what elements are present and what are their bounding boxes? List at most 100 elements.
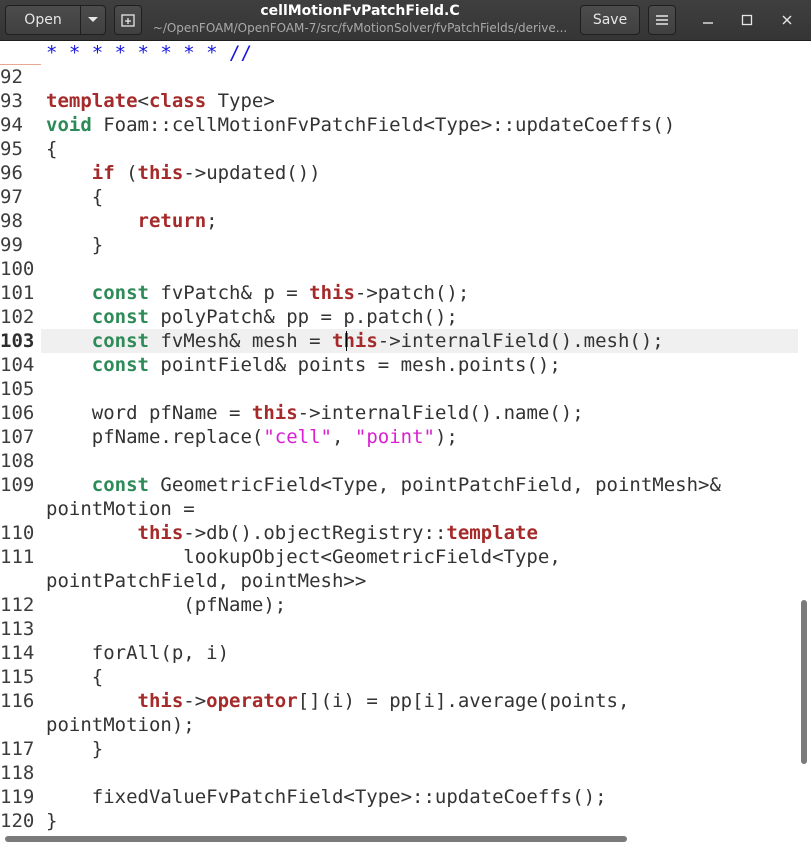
code-line[interactable]: 117 } [0, 737, 103, 761]
code-token: , [331, 426, 355, 448]
code-line[interactable]: 119 fixedValueFvPatchField<Type>::update… [0, 785, 607, 809]
main-menu-button[interactable] [648, 5, 676, 35]
code-line[interactable]: pointPatchField, pointMesh>> [0, 569, 366, 593]
open-button[interactable]: Open [5, 5, 81, 35]
code-token: { [46, 138, 58, 160]
type-token: const [91, 330, 149, 352]
code-token: lookupObject<GeometricField<Type, [46, 546, 561, 568]
code-line[interactable]: 106 word pfName = this->internalField().… [0, 401, 584, 425]
code-token: fixedValueFvPatchField<Type>::updateCoef… [46, 786, 607, 808]
line-number: 120 [0, 810, 35, 832]
code-line[interactable]: pointMotion = [0, 497, 195, 521]
code-line[interactable]: 104 const pointField& points = mesh.poin… [0, 353, 561, 377]
horizontal-scrollbar[interactable] [5, 836, 627, 842]
code-token: fvPatch& p = [148, 282, 310, 304]
keyword-token: this [137, 162, 184, 184]
new-tab-button[interactable] [114, 5, 142, 35]
code-line[interactable]: 102 const polyPatch& pp = p.patch(); [0, 305, 458, 329]
type-token: void [46, 114, 92, 136]
keyword-token: if [91, 162, 115, 184]
code-line[interactable]: 92 [0, 65, 46, 89]
vertical-scrollbar[interactable] [801, 600, 807, 764]
maximize-button[interactable] [736, 9, 758, 31]
code-token: fvMesh& mesh = [148, 330, 332, 352]
code-line[interactable]: 107 pfName.replace("cell", "point"); [0, 425, 458, 449]
code-line[interactable]: 109 const GeometricField<Type, pointPatc… [0, 473, 721, 497]
minimize-button[interactable] [697, 9, 719, 31]
code-token: pointMotion); [46, 714, 195, 736]
line-number: 96 [0, 162, 23, 184]
code-line[interactable]: 115 { [0, 665, 103, 689]
code-token: forAll(p, i) [46, 642, 230, 664]
line-number: 99 [0, 234, 23, 256]
line-number: 94 [0, 114, 23, 136]
code-token: Foam::cellMotionFvPatchField<Type>::upda… [91, 114, 676, 136]
keyword-token: return [137, 210, 207, 232]
save-button-label: Save [592, 12, 628, 28]
code-token: } [46, 738, 104, 760]
type-token: const [91, 282, 149, 304]
file-path-subtitle: ~/OpenFOAM/OpenFOAM-7/src/fvMotionSolver… [152, 21, 568, 35]
code-line[interactable]: * * * * * * * * // [0, 41, 252, 65]
line-number: 97 [0, 186, 23, 208]
code-line[interactable]: 118 [0, 761, 46, 785]
keyword-token: this [251, 402, 298, 424]
code-token: ->internalField().mesh(); [377, 330, 664, 352]
comment-token: * * * * * * * * // [46, 42, 252, 64]
line-number: 93 [0, 90, 23, 112]
code-line[interactable]: 97 { [0, 185, 103, 209]
code-line[interactable]: 100 [0, 257, 46, 281]
code-token: word pfName = [46, 402, 252, 424]
code-token: ->db().objectRegistry:: [183, 522, 447, 544]
hamburger-menu-icon [656, 15, 668, 25]
string-token: "cell" [263, 426, 332, 448]
open-menu-button[interactable] [80, 5, 106, 35]
code-line[interactable]: 93 template<class Type> [0, 89, 275, 113]
line-number: 111 [0, 546, 35, 568]
code-line[interactable]: 113 [0, 617, 46, 641]
code-line[interactable]: pointMotion); [0, 713, 195, 737]
line-number: 100 [0, 258, 35, 280]
line-number: 92 [0, 66, 23, 88]
code-token: pfName.replace( [46, 426, 264, 448]
code-line[interactable]: 103 const fvMesh& mesh = this->internalF… [0, 329, 664, 353]
line-number: 119 [0, 786, 35, 808]
code-line[interactable]: 105 [0, 377, 46, 401]
code-line[interactable]: 108 [0, 449, 46, 473]
code-line[interactable]: 114 forAll(p, i) [0, 641, 229, 665]
code-line[interactable]: 99 } [0, 233, 103, 257]
code-line[interactable]: 101 const fvPatch& p = this->patch(); [0, 281, 469, 305]
code-line[interactable]: 96 if (this->updated()) [0, 161, 321, 185]
type-token: const [91, 474, 149, 496]
code-token: { [46, 666, 104, 688]
string-token: "point" [354, 426, 435, 448]
code-line[interactable]: 116 this->operator[](i) = pp[i].average(… [0, 689, 629, 713]
code-token: (pfName); [46, 594, 287, 616]
code-line[interactable]: 111 lookupObject<GeometricField<Type, [0, 545, 561, 569]
line-number: 115 [0, 666, 35, 688]
code-token: ->patch(); [354, 282, 470, 304]
code-line[interactable]: 95 { [0, 137, 57, 161]
code-token: -> [183, 690, 207, 712]
code-editor[interactable]: * * * * * * * * // 92 93 template<class Typ… [0, 41, 811, 845]
code-line[interactable]: 112 (pfName); [0, 593, 286, 617]
close-button[interactable] [776, 9, 798, 31]
code-line[interactable]: 94 void Foam::cellMotionFvPatchField<Type… [0, 113, 675, 137]
open-button-label: Open [24, 12, 62, 28]
window-title: cellMotionFvPatchField.C [260, 3, 460, 19]
code-token: < [137, 90, 149, 112]
code-token: } [46, 810, 58, 832]
save-button[interactable]: Save [580, 5, 640, 35]
line-number: 103 [0, 330, 35, 352]
line-number: 118 [0, 762, 35, 784]
code-line[interactable]: 120} [0, 809, 57, 833]
line-number: 102 [0, 306, 35, 328]
code-line[interactable]: 110 this->db().objectRegistry::template [0, 521, 538, 545]
type-token: const [91, 354, 149, 376]
code-line[interactable]: 98 return; [0, 209, 218, 233]
text-cursor [346, 331, 347, 351]
code-token: ); [434, 426, 458, 448]
chevron-down-icon [88, 17, 98, 22]
